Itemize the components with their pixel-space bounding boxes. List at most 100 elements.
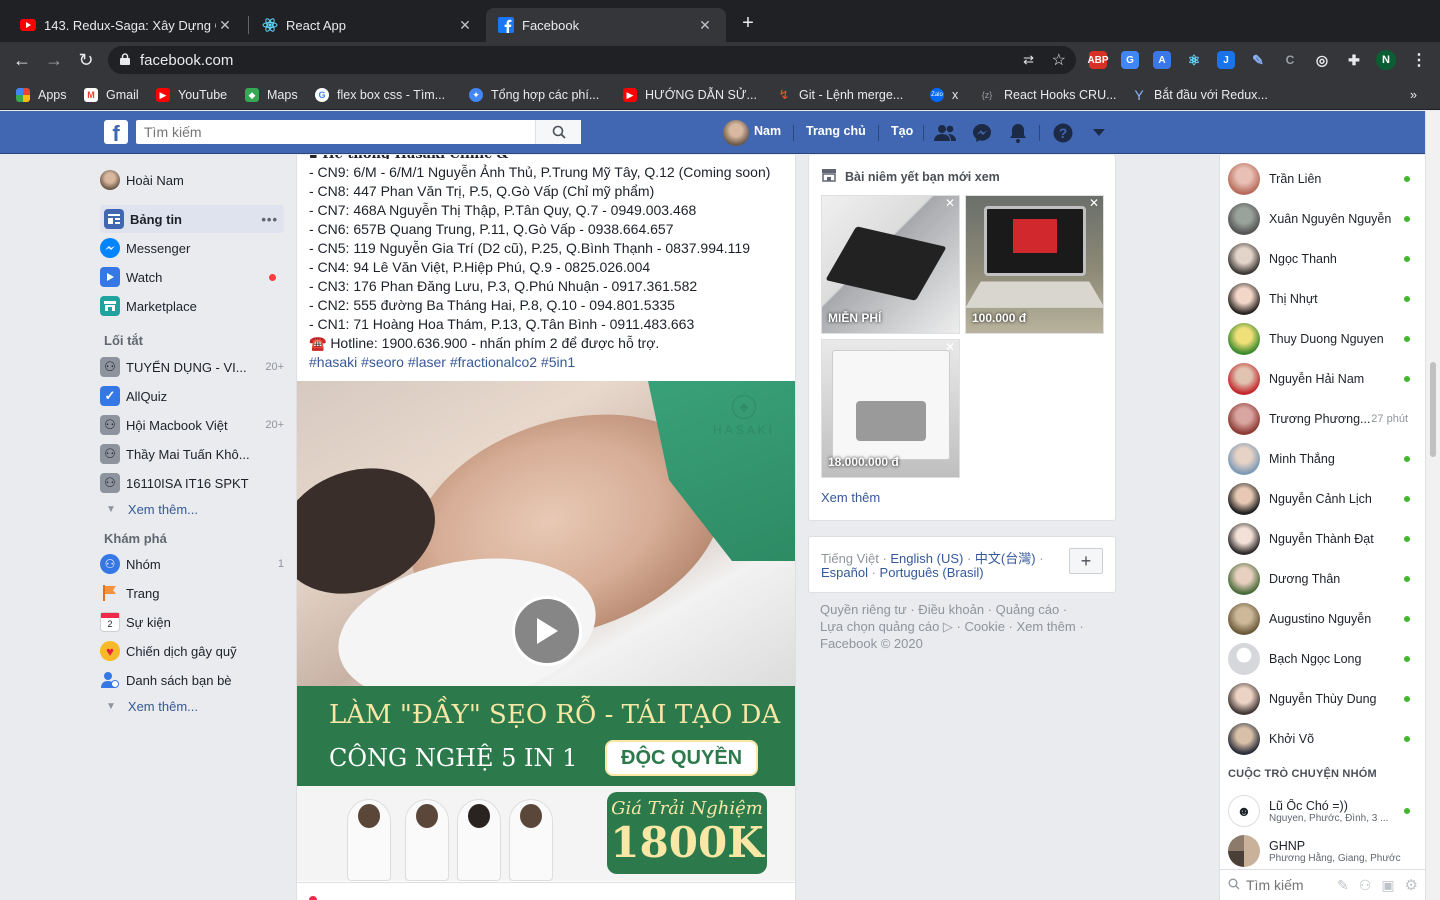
reload-icon[interactable]: ↻ bbox=[76, 50, 96, 70]
language-link[interactable]: Español bbox=[821, 565, 868, 580]
new-group-icon[interactable]: ⚇ bbox=[1359, 877, 1372, 894]
explore-item-fundraisers[interactable]: ♥ Chiến dịch gây quỹ bbox=[100, 637, 284, 665]
friend-requests-icon[interactable] bbox=[934, 122, 956, 144]
video-call-icon[interactable]: ▣ bbox=[1381, 877, 1394, 894]
chat-contact[interactable]: Thị Nhựt bbox=[1228, 281, 1420, 317]
group-chat[interactable]: GHNP Phương Hằng, Giang, Phước bbox=[1228, 833, 1420, 869]
explore-see-more[interactable]: ▼ Xem thêm... bbox=[106, 699, 198, 714]
bookmark-react-hooks[interactable]: {z} React Hooks CRU... bbox=[978, 86, 1117, 104]
shortcut-item[interactable]: ✓ AllQuiz bbox=[100, 382, 284, 410]
scrollbar-thumb[interactable] bbox=[1430, 362, 1436, 457]
back-icon[interactable]: ← bbox=[12, 50, 32, 70]
language-link[interactable]: English (US) bbox=[890, 551, 963, 566]
user-avatar[interactable] bbox=[723, 120, 749, 146]
j-extension-icon[interactable]: J bbox=[1217, 51, 1235, 69]
translate-icon[interactable]: ⇄ bbox=[1023, 52, 1034, 68]
shortcuts-see-more[interactable]: ▼ Xem thêm... bbox=[106, 502, 198, 517]
dictionary-extension-icon[interactable]: A bbox=[1153, 51, 1171, 69]
settings-gear-icon[interactable]: ⚙ bbox=[1405, 876, 1418, 894]
browser-tab[interactable]: React App ✕ bbox=[250, 8, 486, 42]
bookmark-git[interactable]: ↯ Git - Lệnh merge... bbox=[777, 86, 904, 104]
group-chat[interactable]: ☻ Lũ Ốc Chó =)) Nguyen, Phước, Đình, 3 ..… bbox=[1228, 793, 1420, 829]
chat-contact[interactable]: Nguyễn Thùy Dung bbox=[1228, 681, 1420, 717]
chat-contact[interactable]: Dương Thân bbox=[1228, 561, 1420, 597]
language-link[interactable]: Português (Brasil) bbox=[880, 565, 984, 580]
new-message-icon[interactable]: ✎ bbox=[1337, 877, 1349, 894]
bookmark-youtube[interactable]: ▶ YouTube bbox=[156, 86, 227, 104]
bookmark-gmail[interactable]: M Gmail bbox=[84, 86, 139, 104]
explore-item-friend-lists[interactable]: Danh sách bạn bè bbox=[100, 666, 284, 694]
create-link[interactable]: Tạo bbox=[891, 124, 913, 138]
marketplace-see-more[interactable]: Xem thêm bbox=[821, 490, 880, 505]
bookmarks-overflow-icon[interactable]: » bbox=[1410, 86, 1417, 104]
browser-tab-active[interactable]: Facebook ✕ bbox=[486, 8, 726, 42]
chat-contact[interactable]: Minh Thắng bbox=[1228, 441, 1420, 477]
extensions-puzzle-icon[interactable]: ✚ bbox=[1345, 51, 1363, 69]
add-language-button[interactable]: + bbox=[1069, 548, 1103, 574]
close-icon[interactable]: ✕ bbox=[945, 196, 955, 210]
chat-contact[interactable]: Khởi Võ bbox=[1228, 721, 1420, 757]
close-icon[interactable]: ✕ bbox=[945, 340, 955, 354]
profile-link[interactable]: Hoài Nam bbox=[100, 166, 284, 194]
chat-contact[interactable]: Thuy Duong Nguyen bbox=[1228, 321, 1420, 357]
chrome-menu-icon[interactable]: ⋮ bbox=[1410, 51, 1428, 69]
chat-contact[interactable]: Nguyễn Hải Nam bbox=[1228, 361, 1420, 397]
c-extension-icon[interactable]: C bbox=[1281, 51, 1299, 69]
new-tab-icon[interactable]: + bbox=[738, 12, 758, 35]
sidebar-item-watch[interactable]: Watch bbox=[100, 263, 284, 291]
bookmark-tong-hop[interactable]: ✦ Tổng hợp các phí... bbox=[469, 86, 599, 104]
marketplace-item[interactable]: ✕ MIỄN PHÍ bbox=[821, 195, 960, 334]
target-extension-icon[interactable]: ◎ bbox=[1313, 51, 1331, 69]
close-tab-icon[interactable]: ✕ bbox=[456, 17, 474, 34]
shortcut-item[interactable]: ⚇ TUYỂN DỤNG - VI... 20+ bbox=[100, 353, 284, 381]
footer-links[interactable]: Quyền riêng tư · Điều khoản · Quảng cáo … bbox=[820, 602, 1067, 617]
explore-item-pages[interactable]: Trang bbox=[100, 579, 284, 607]
google-translate-extension-icon[interactable]: G bbox=[1121, 51, 1139, 69]
marketplace-item[interactable]: ✕ 100.000 đ bbox=[965, 195, 1104, 334]
adblock-extension-icon[interactable]: ABP bbox=[1087, 51, 1109, 69]
post-hashtags[interactable]: #hasaki #seoro #laser #fractionalco2 #5i… bbox=[309, 354, 575, 370]
chat-contact[interactable]: Trần Liên bbox=[1228, 161, 1420, 197]
footer-links[interactable]: Lựa chọn quảng cáo ▷ · Cookie · Xem thêm… bbox=[820, 619, 1084, 635]
sidebar-item-messenger[interactable]: Messenger bbox=[100, 234, 284, 262]
account-menu-icon[interactable] bbox=[1088, 122, 1110, 144]
chat-contact[interactable]: Bạch Ngọc Long bbox=[1228, 641, 1420, 677]
shortcut-item[interactable]: ⚇ Hội Macbook Việt 20+ bbox=[100, 411, 284, 439]
close-tab-icon[interactable]: ✕ bbox=[696, 17, 714, 34]
explore-item-events[interactable]: 2 Sự kiện bbox=[100, 608, 284, 636]
bookmark-apps[interactable]: Apps bbox=[16, 86, 67, 104]
facebook-logo-icon[interactable]: f bbox=[104, 120, 128, 146]
chat-search-input[interactable] bbox=[1246, 877, 1336, 893]
profile-avatar-icon[interactable]: N bbox=[1376, 50, 1396, 70]
help-icon[interactable]: ? bbox=[1052, 122, 1074, 144]
bookmark-redux[interactable]: Y Bắt đầu với Redux... bbox=[1132, 86, 1267, 104]
bookmark-maps[interactable]: ◆ Maps bbox=[245, 86, 298, 104]
profile-link[interactable]: Nam bbox=[754, 124, 781, 138]
home-link[interactable]: Trang chủ bbox=[806, 124, 866, 138]
language-link[interactable]: 中文(台灣) bbox=[975, 551, 1036, 566]
feather-extension-icon[interactable]: ✎ bbox=[1249, 51, 1267, 69]
notifications-bell-icon[interactable] bbox=[1007, 122, 1029, 144]
chat-contact[interactable]: Nguyễn Cảnh Lịch bbox=[1228, 481, 1420, 517]
chat-contact[interactable]: Nguyễn Thành Đạt bbox=[1228, 521, 1420, 557]
address-bar[interactable]: facebook.com ⇄ ☆ bbox=[108, 46, 1076, 74]
shortcut-item[interactable]: ⚇ 16110ISA IT16 SPKT bbox=[100, 469, 284, 497]
marketplace-item[interactable]: ✕ 18.000.000 đ bbox=[821, 339, 960, 478]
chat-contact[interactable]: Xuân Nguyên Nguyễn bbox=[1228, 201, 1420, 237]
chat-contact[interactable]: Ngọc Thanh bbox=[1228, 241, 1420, 277]
sidebar-item-news-feed[interactable]: Bảng tin ••• bbox=[100, 205, 284, 233]
forward-icon[interactable]: → bbox=[44, 50, 64, 70]
shortcut-item[interactable]: ⚇ Thầy Mai Tuấn Khô... bbox=[100, 440, 284, 468]
bookmark-flexbox[interactable]: Gflex box css - Tìm... bbox=[315, 86, 445, 104]
browser-tab[interactable]: 143. Redux-Saga: Xây Dựng Ch ✕ bbox=[8, 8, 246, 42]
search-input[interactable] bbox=[136, 121, 535, 143]
sidebar-item-marketplace[interactable]: Marketplace bbox=[100, 292, 284, 320]
bookmark-huong-dan[interactable]: ▶ HƯỚNG DẪN SỬ... bbox=[623, 86, 757, 104]
messenger-icon[interactable] bbox=[971, 122, 993, 144]
play-button[interactable] bbox=[512, 596, 582, 666]
react-devtools-icon[interactable]: ⚛ bbox=[1185, 51, 1203, 69]
close-tab-icon[interactable]: ✕ bbox=[216, 17, 234, 34]
bookmark-zalo[interactable]: Zalo x bbox=[930, 86, 958, 104]
bookmark-star-icon[interactable]: ☆ bbox=[1052, 50, 1066, 70]
more-options-icon[interactable]: ••• bbox=[261, 212, 278, 227]
